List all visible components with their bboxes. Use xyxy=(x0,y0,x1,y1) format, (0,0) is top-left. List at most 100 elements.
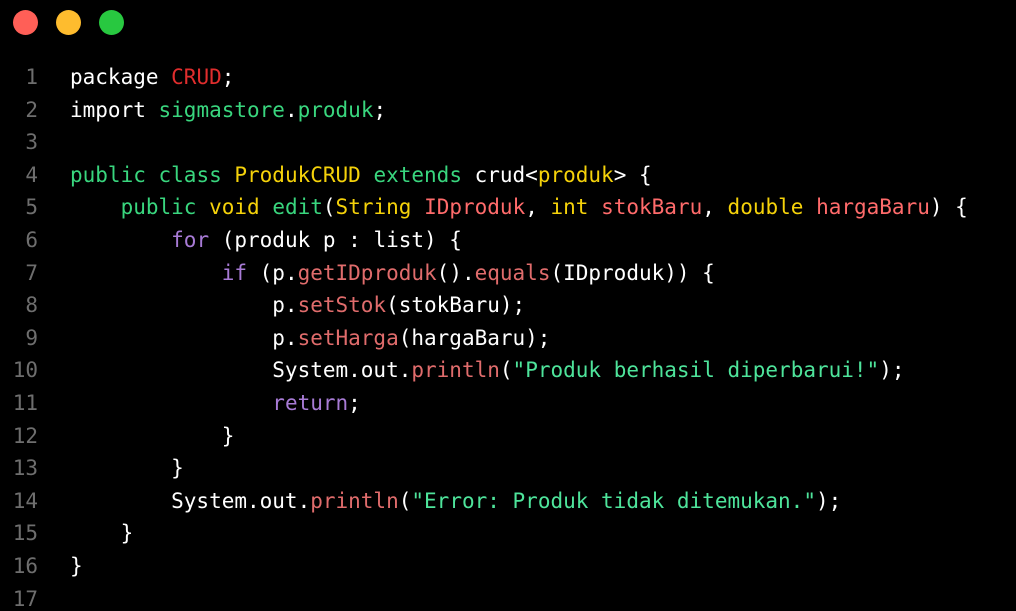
code-token: (hargaBaru); xyxy=(398,325,551,350)
code-token: ) { xyxy=(929,195,968,220)
line-number: 8 xyxy=(25,293,38,318)
line-number: 9 xyxy=(25,325,38,350)
window-titlebar xyxy=(0,0,1016,46)
code-text: p.setHarga(hargaBaru); xyxy=(70,322,550,355)
code-token: produk xyxy=(537,162,614,187)
line-number: 4 xyxy=(25,162,38,187)
code-token: stokBaru xyxy=(601,195,703,220)
code-window: 1 package CRUD; 2 import sigmastore.produk;… xyxy=(0,0,1016,611)
code-token: String xyxy=(335,195,425,220)
code-token: public xyxy=(70,162,159,187)
code-token: p. xyxy=(70,293,298,318)
code-token: (produk p : list) { xyxy=(209,227,462,252)
code-token: } xyxy=(70,456,184,481)
line-number: 10 xyxy=(12,358,38,383)
code-token: ( xyxy=(499,358,513,383)
code-token: } xyxy=(70,553,83,578)
code-line: 4 public class ProdukCRUD extends crud<pr… xyxy=(0,159,1016,192)
code-token: IDproduk xyxy=(424,195,526,220)
code-token: class xyxy=(158,162,235,187)
code-text: } xyxy=(70,420,235,453)
code-token: , xyxy=(525,195,551,220)
line-number: 3 xyxy=(25,130,38,155)
code-line: 5 public void edit(String IDproduk, int … xyxy=(0,191,1016,224)
code-text: p.setStok(stokBaru); xyxy=(70,289,525,322)
line-number: 17 xyxy=(12,586,38,611)
line-number: 7 xyxy=(25,260,38,285)
code-token: getIDproduk xyxy=(297,260,437,285)
code-text: public void edit(String IDproduk, int st… xyxy=(70,191,968,224)
code-token: p. xyxy=(70,325,298,350)
code-text: return; xyxy=(70,387,361,420)
code-token: (). xyxy=(436,260,475,285)
code-token: } xyxy=(70,521,134,546)
code-line: 14 System.out.println("Error: Produk tid… xyxy=(0,485,1016,518)
code-text: package CRUD; xyxy=(70,61,234,94)
code-text: } xyxy=(70,550,83,583)
code-token: int xyxy=(550,195,602,220)
line-number: 13 xyxy=(12,456,38,481)
code-token: sigmastore xyxy=(158,97,285,122)
code-token: if xyxy=(221,260,248,285)
code-token: (p. xyxy=(247,260,298,285)
code-text: for (produk p : list) { xyxy=(70,224,462,257)
code-line: 3 xyxy=(0,126,1016,159)
close-window-button[interactable] xyxy=(13,10,38,35)
code-token: void xyxy=(209,195,273,220)
code-token: edit xyxy=(272,195,323,220)
code-token: ProdukCRUD xyxy=(234,162,361,187)
code-text: System.out.println("Produk berhasil dipe… xyxy=(70,354,904,387)
code-token: "Error: Produk tidak ditemukan." xyxy=(411,488,816,513)
code-line: 12 } xyxy=(0,420,1016,453)
line-number: 2 xyxy=(25,97,38,122)
code-text: System.out.println("Error: Produk tidak … xyxy=(70,485,841,518)
code-token: double xyxy=(727,195,817,220)
code-token: , xyxy=(702,195,728,220)
code-token: ( xyxy=(322,195,336,220)
code-line: 16} xyxy=(0,550,1016,583)
code-line: 8 p.setStok(stokBaru); xyxy=(0,289,1016,322)
code-token: produk xyxy=(297,97,374,122)
code-text: } xyxy=(70,517,134,550)
code-line: 13 } xyxy=(0,452,1016,485)
code-token: System.out. xyxy=(70,358,412,383)
code-token: crud< xyxy=(474,162,538,187)
code-text: } xyxy=(70,452,184,485)
code-token: import xyxy=(70,97,159,122)
code-token: hargaBaru xyxy=(816,195,930,220)
code-text: import sigmastore.produk; xyxy=(70,94,386,127)
code-text: public class ProdukCRUD extends crud<pro… xyxy=(70,159,652,192)
code-token: equals xyxy=(474,260,551,285)
code-token: CRUD xyxy=(171,65,222,89)
code-token: println xyxy=(310,488,399,513)
code-editor: 1 package CRUD; 2 import sigmastore.produk;… xyxy=(0,61,1016,611)
code-token: (IDproduk)) { xyxy=(550,260,715,285)
code-token: setHarga xyxy=(297,325,399,350)
line-number: 1 xyxy=(25,65,38,89)
code-token: ); xyxy=(815,488,842,513)
code-line: 10 System.out.println("Produk berhasil d… xyxy=(0,354,1016,387)
minimize-window-button[interactable] xyxy=(56,10,81,35)
code-token: ; xyxy=(348,390,361,415)
maximize-window-button[interactable] xyxy=(99,10,124,35)
code-line: 11 return; xyxy=(0,387,1016,420)
code-token: System.out. xyxy=(70,488,311,513)
line-number: 11 xyxy=(12,390,38,415)
line-number: 16 xyxy=(12,553,38,578)
code-line: 2 import sigmastore.produk; xyxy=(0,94,1016,127)
code-line: 15 } xyxy=(0,517,1016,550)
line-number: 14 xyxy=(12,488,38,513)
line-number: 15 xyxy=(12,521,38,546)
code-token: setStok xyxy=(297,293,387,318)
code-line: 17 xyxy=(0,583,1016,611)
code-token: ; xyxy=(373,97,387,122)
line-number: 5 xyxy=(25,195,38,220)
code-token: } xyxy=(70,423,235,448)
code-token: "Produk berhasil diperbarui!" xyxy=(512,358,880,383)
code-token: package xyxy=(70,65,172,89)
code-token: public xyxy=(120,195,210,220)
